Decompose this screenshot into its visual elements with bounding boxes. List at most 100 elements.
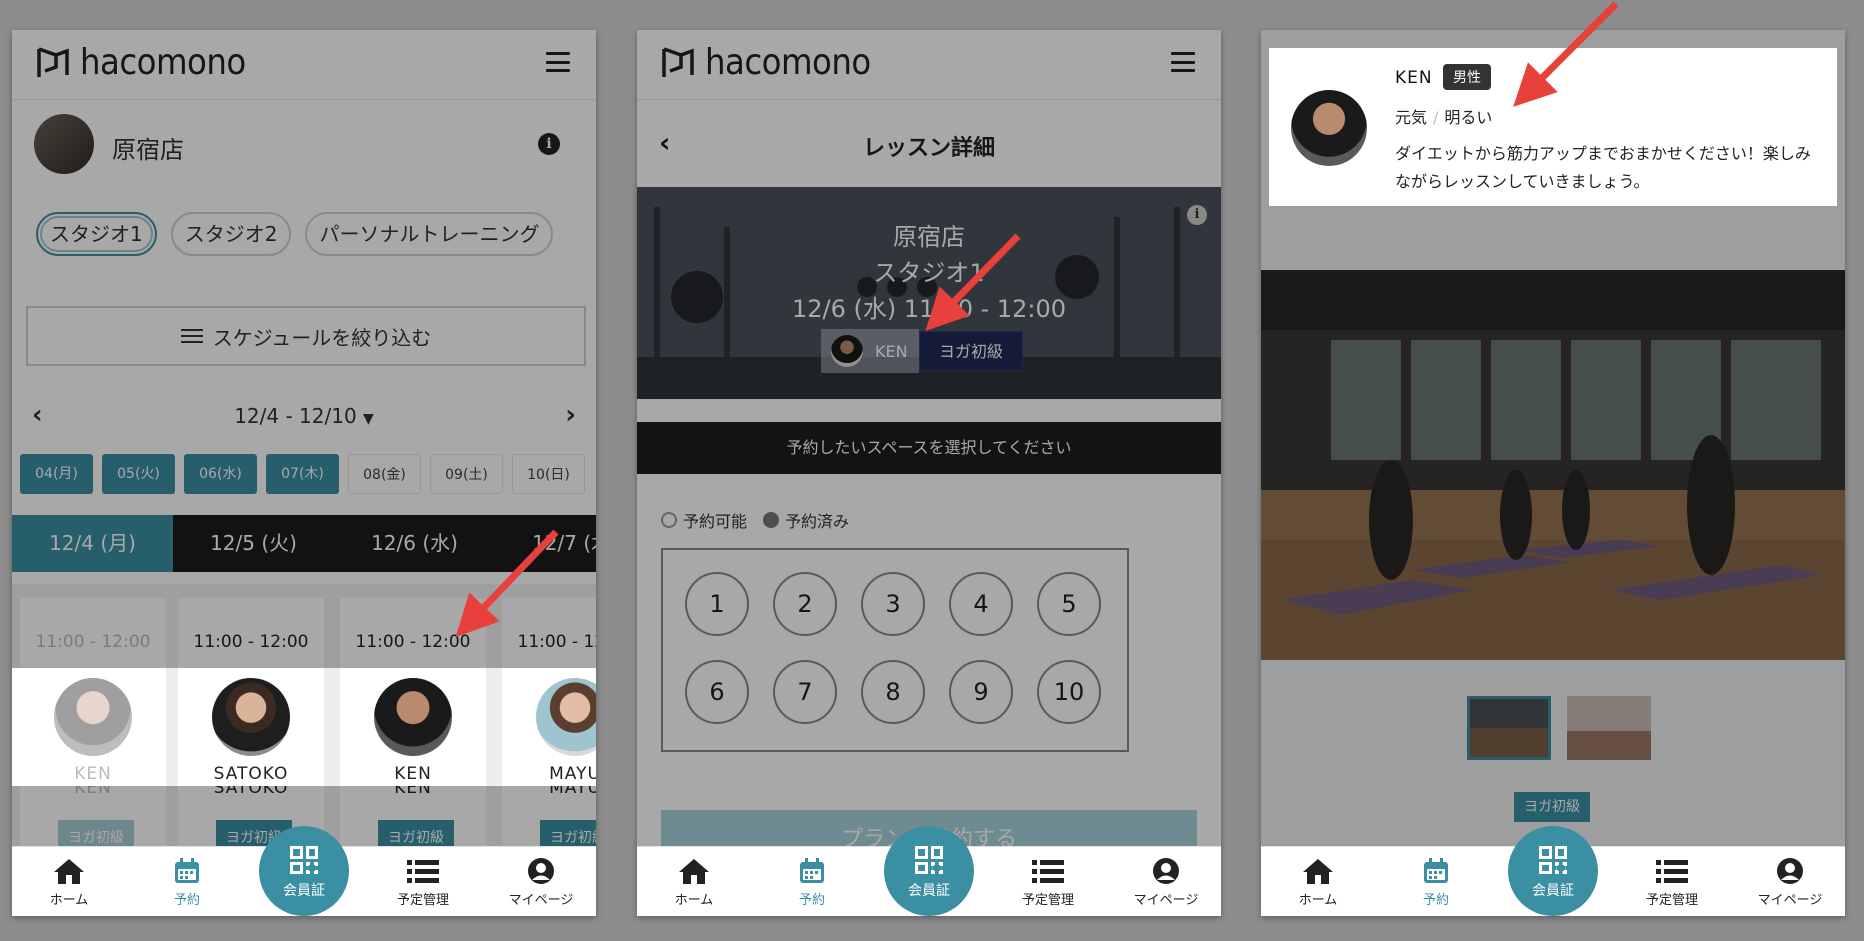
filled-circle-icon [763,512,780,528]
studio-tabs: スタジオ1 スタジオ2 パーソナルトレーニング [36,212,554,256]
qr-code-icon [290,846,318,874]
member-card-label: 会員証 [908,883,950,899]
app-header: hacomono [12,30,596,100]
nav-home[interactable]: ホーム [24,855,114,908]
lesson-tag: ヨガ初級 [1514,792,1590,822]
day-button[interactable]: 08(金) [348,454,421,494]
shop-row[interactable]: 原宿店 i [12,100,596,188]
lesson-time: 11:00 - 12:00 [355,632,471,652]
nav-home[interactable]: ホーム [1273,855,1363,908]
member-card-label: 会員証 [283,883,325,899]
nav-reserve[interactable]: 予約 [1391,855,1481,908]
nav-reserve[interactable]: 予約 [142,855,232,908]
trainer-chip[interactable]: KEN [821,329,919,373]
nav-schedule[interactable]: 予定管理 [378,855,468,908]
trainer-traits: 元気 / 明るい [1395,108,1493,127]
seat[interactable]: 1 [685,572,749,636]
trainer-profile-card: KEN 男性 元気 / 明るい ダイエットから筋力アップまでおまかせください！楽しみ… [1269,48,1837,206]
seat[interactable]: 2 [773,572,837,636]
trainer-avatar [54,678,132,756]
trainer-name: MAYU [549,764,596,784]
qr-code-icon [1539,846,1567,874]
seat[interactable]: 9 [949,660,1013,724]
trainer-name: KEN [394,764,432,784]
filter-schedule-button[interactable]: スケジュールを絞り込む [26,306,586,366]
date-tab[interactable]: 12/7 (木) [495,515,596,572]
legend-available: 予約可能 [661,508,747,532]
hamburger-menu-icon[interactable] [1171,52,1195,72]
seat[interactable]: 5 [1037,572,1101,636]
seat[interactable]: 7 [773,660,837,724]
seat[interactable]: 6 [685,660,749,724]
tab-personal-training[interactable]: パーソナルトレーニング [305,212,554,256]
seat[interactable]: 3 [861,572,925,636]
day-button[interactable]: 04(月) [20,454,93,494]
nav-mypage-label: マイページ [1757,893,1823,908]
trainer-avatar [831,335,863,367]
trainer-avatar [212,678,290,756]
member-card-button[interactable]: 会員証 [259,826,349,916]
hacomono-logo[interactable]: hacomono [661,42,871,83]
sliders-icon [180,327,203,345]
day-button[interactable]: 05(火) [102,454,175,494]
hacomono-logo[interactable]: hacomono [36,42,246,83]
lesson-hero: i 原宿店 スタジオ1 12/6 (水) 11:00 - 12:00 KEN ヨ… [637,187,1221,399]
thumbnail[interactable] [1467,696,1551,760]
info-icon[interactable]: i [538,133,560,155]
tab-studio-2[interactable]: スタジオ2 [170,212,292,256]
day-button[interactable]: 06(水) [184,454,257,494]
nav-mypage[interactable]: マイページ [496,855,586,908]
nav-mypage[interactable]: マイページ [1745,855,1835,908]
list-icon [1627,855,1717,885]
hamburger-menu-icon[interactable] [546,52,570,72]
home-icon [24,855,114,885]
nav-mypage-label: マイページ [1133,893,1199,908]
day-button[interactable]: 07(木) [266,454,339,494]
week-range[interactable]: 12/4 - 12/10 ▼ [12,404,596,428]
nav-schedule-label: 予定管理 [1021,893,1074,908]
nav-schedule-label: 予定管理 [396,893,449,908]
hero-shop: 原宿店 [893,223,965,251]
highlight-card[interactable]: SATOKO [178,668,324,786]
nav-reserve-label: 予約 [1422,893,1449,908]
caret-down-icon: ▼ [363,411,374,427]
calendar-icon [1391,855,1481,885]
day-button[interactable]: 09(土) [430,454,503,494]
logo-text: hacomono [80,42,246,83]
date-tab[interactable]: 12/5 (火) [173,515,334,572]
member-card-button[interactable]: 会員証 [1508,826,1598,916]
legend-reserved: 予約済み [763,508,849,532]
nav-reserve-label: 予約 [798,893,825,908]
list-icon [378,855,468,885]
highlight-strip: KEN SATOKO KEN MAYU [12,668,596,786]
nav-schedule[interactable]: 予定管理 [1003,855,1093,908]
nav-mypage[interactable]: マイページ [1121,855,1211,908]
highlight-card[interactable]: KEN [20,668,166,786]
empty-circle-icon [661,512,677,528]
hero-studio: スタジオ1 [873,259,985,287]
highlight-card[interactable]: MAYU [502,668,596,786]
member-card-label: 会員証 [1532,883,1574,899]
nav-schedule[interactable]: 予定管理 [1627,855,1717,908]
home-icon [1273,855,1363,885]
chevron-right-icon[interactable]: › [565,400,576,430]
seat[interactable]: 8 [861,660,925,724]
lesson-time: 11:00 - 12:00 [35,632,151,652]
lesson-time: 11:00 - 12:00 [517,632,596,652]
calendar-icon [767,855,857,885]
date-tab[interactable]: 12/4 (月) [12,515,173,572]
nav-home[interactable]: ホーム [649,855,739,908]
gender-badge: 男性 [1443,64,1491,90]
detail-header: ‹ レッスン詳細 [637,100,1221,184]
tab-studio-1[interactable]: スタジオ1 [36,212,157,256]
date-tab[interactable]: 12/6 (水) [334,515,495,572]
filter-schedule-label: スケジュールを絞り込む [212,325,432,350]
seat[interactable]: 10 [1037,660,1101,724]
nav-reserve[interactable]: 予約 [767,855,857,908]
member-card-button[interactable]: 会員証 [884,826,974,916]
thumbnail[interactable] [1567,696,1651,760]
seat[interactable]: 4 [949,572,1013,636]
day-button[interactable]: 10(日) [512,454,585,494]
hero-trainer[interactable]: KEN ヨガ初級 [821,329,1023,373]
highlight-card[interactable]: KEN [340,668,486,786]
